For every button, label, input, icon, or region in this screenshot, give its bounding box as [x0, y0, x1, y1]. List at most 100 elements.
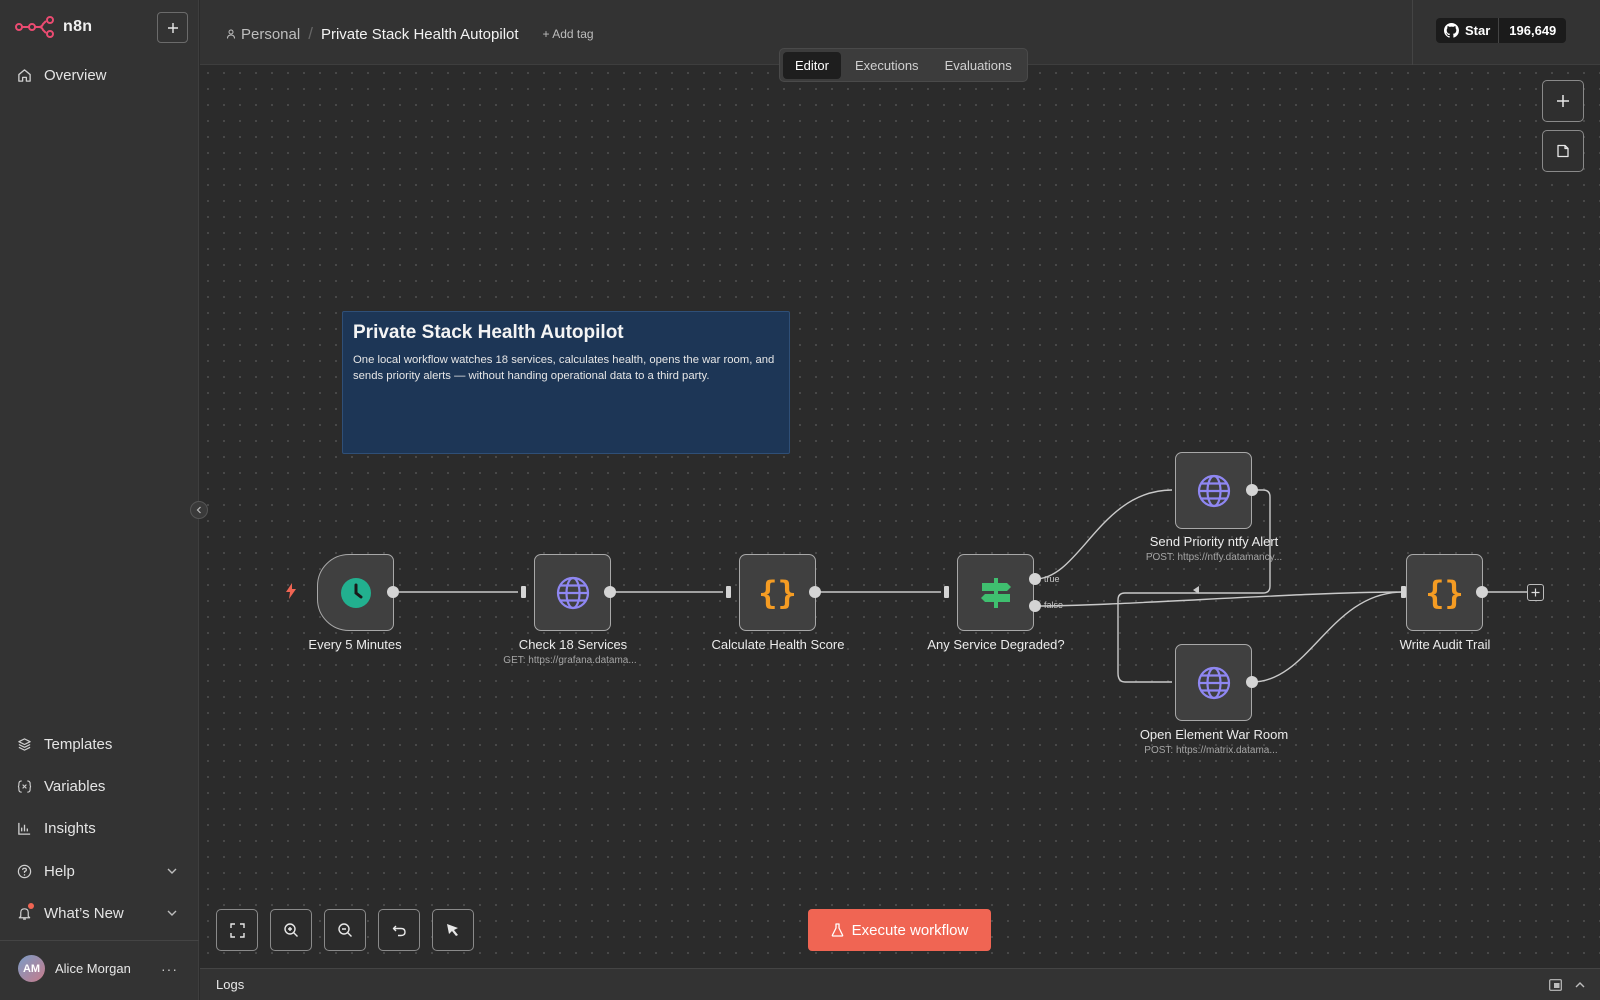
logs-panel-bar[interactable]: Logs: [200, 968, 1600, 1000]
add-node-button[interactable]: [1527, 584, 1544, 601]
github-star-label: Star: [1465, 23, 1491, 38]
output-handle[interactable]: [1246, 484, 1258, 496]
help-icon: [16, 863, 32, 879]
output-handle-true[interactable]: [1029, 573, 1041, 585]
n8n-logo-icon: [15, 16, 54, 38]
workflow-name[interactable]: Private Stack Health Autopilot: [321, 26, 519, 43]
input-handle[interactable]: [726, 586, 731, 598]
zoom-out-icon: [338, 923, 352, 937]
node-open-element-war-room[interactable]: [1175, 644, 1252, 721]
node-label: Check 18 Services: [518, 637, 628, 652]
workflow-canvas[interactable]: Private Stack Health Autopilot One local…: [200, 65, 1600, 968]
create-new-button[interactable]: [157, 12, 188, 43]
zoom-in-button[interactable]: [270, 909, 312, 951]
node-subtitle: POST: https://matrix.datama...: [1144, 745, 1278, 756]
node-label: Calculate Health Score: [711, 637, 845, 652]
zoom-to-fit-button[interactable]: [216, 909, 258, 951]
github-star-button[interactable]: Star 196,649: [1436, 18, 1567, 43]
node-label: Every 5 Minutes: [308, 637, 402, 652]
chevron-left-icon: [196, 506, 201, 514]
node-subtitle: GET: https://grafana.datama...: [503, 655, 637, 666]
node-label: Open Element War Room: [1139, 727, 1289, 742]
sidebar-item-label: Insights: [44, 819, 96, 837]
trigger-bolt-icon: [286, 583, 296, 599]
more-options-icon[interactable]: ···: [161, 961, 178, 977]
collapse-sidebar-button[interactable]: [190, 501, 208, 519]
github-star-count: 196,649: [1509, 23, 1557, 38]
input-handle[interactable]: [521, 586, 526, 598]
node-label: Write Audit Trail: [1399, 637, 1491, 652]
sidebar-item-label: What’s New: [44, 904, 124, 922]
node-write-audit-trail[interactable]: {}: [1406, 554, 1483, 631]
insights-icon: [16, 820, 32, 836]
pop-out-icon[interactable]: [1549, 978, 1562, 996]
header-divider: [1412, 0, 1413, 65]
branch-label-true: true: [1044, 574, 1060, 584]
sidebar-item-help[interactable]: Help: [16, 855, 184, 887]
connection-warroom-to-audit: [1251, 591, 1404, 683]
variables-icon: [16, 778, 32, 794]
sticky-note-title: Private Stack Health Autopilot: [353, 322, 624, 343]
node-every-5-minutes[interactable]: [317, 554, 394, 631]
sidebar-item-label: Help: [44, 862, 75, 880]
sticky-note[interactable]: Private Stack Health Autopilot One local…: [342, 311, 790, 454]
output-handle[interactable]: [1476, 586, 1488, 598]
sidebar: n8n Overview Templates Variables Insight…: [0, 0, 199, 1000]
tidy-up-button[interactable]: [432, 909, 474, 951]
output-handle[interactable]: [387, 586, 399, 598]
output-handle[interactable]: [809, 586, 821, 598]
clock-icon: [340, 577, 371, 608]
user-menu[interactable]: AM Alice Morgan: [18, 955, 131, 982]
add-node-panel-button[interactable]: [1542, 80, 1584, 122]
zoom-in-icon: [284, 923, 298, 937]
tab-executions[interactable]: Executions: [843, 52, 931, 79]
node-send-priority-ntfy-alert[interactable]: [1175, 452, 1252, 529]
node-label: Send Priority ntfy Alert: [1149, 534, 1279, 549]
sidebar-item-templates[interactable]: Templates: [16, 728, 184, 760]
reset-zoom-button[interactable]: [378, 909, 420, 951]
signpost-icon: [980, 577, 1011, 608]
sticky-note-body: One local workflow watches 18 services, …: [353, 354, 775, 382]
sidebar-item-label: Overview: [44, 66, 107, 84]
view-tabs: Editor Executions Evaluations: [779, 48, 1028, 82]
add-tag-button[interactable]: + Add tag: [543, 27, 594, 41]
avatar: AM: [18, 955, 45, 982]
zoom-out-button[interactable]: [324, 909, 366, 951]
tab-editor[interactable]: Editor: [783, 51, 841, 79]
sidebar-item-insights[interactable]: Insights: [16, 812, 184, 844]
user-name: Alice Morgan: [55, 961, 131, 976]
output-handle[interactable]: [1246, 676, 1258, 688]
brand-name: n8n: [63, 18, 93, 35]
output-handle-false[interactable]: [1029, 600, 1041, 612]
node-any-service-degraded[interactable]: [957, 554, 1034, 631]
add-sticky-button[interactable]: [1542, 130, 1584, 172]
chevron-down-icon: [166, 864, 178, 881]
github-icon: [1444, 23, 1459, 38]
n8n-logo[interactable]: n8n: [15, 16, 92, 38]
breadcrumb: Personal / Private Stack Health Autopilo…: [226, 24, 594, 44]
execute-workflow-button[interactable]: Execute workflow: [808, 909, 991, 951]
node-subtitle: POST: https://ntfy.datamancy...: [1145, 552, 1283, 563]
github-star[interactable]: Star: [1436, 18, 1500, 43]
sidebar-item-overview[interactable]: Overview: [16, 59, 184, 91]
bell-icon: [16, 903, 34, 921]
node-calculate-health-score[interactable]: {}: [739, 554, 816, 631]
sidebar-divider: [0, 940, 199, 941]
node-check-18-services[interactable]: [534, 554, 611, 631]
flask-icon: [831, 923, 843, 937]
branch-label-false: false: [1044, 600, 1064, 610]
connections-layer: [399, 489, 1527, 683]
chevron-up-icon[interactable]: [1574, 978, 1586, 996]
templates-icon: [16, 736, 32, 752]
sidebar-item-variables[interactable]: Variables: [16, 770, 184, 802]
tab-evaluations[interactable]: Evaluations: [933, 52, 1024, 79]
sidebar-item-label: Variables: [44, 777, 106, 795]
node-label: Any Service Degraded?: [927, 637, 1065, 652]
input-handle[interactable]: [944, 586, 949, 598]
sidebar-item-whats-new[interactable]: What’s New: [16, 897, 184, 929]
code-braces-icon: {}: [1425, 573, 1464, 612]
project-link[interactable]: Personal: [226, 26, 300, 43]
home-icon: [16, 67, 32, 83]
output-handle[interactable]: [604, 586, 616, 598]
project-name: Personal: [241, 25, 301, 43]
